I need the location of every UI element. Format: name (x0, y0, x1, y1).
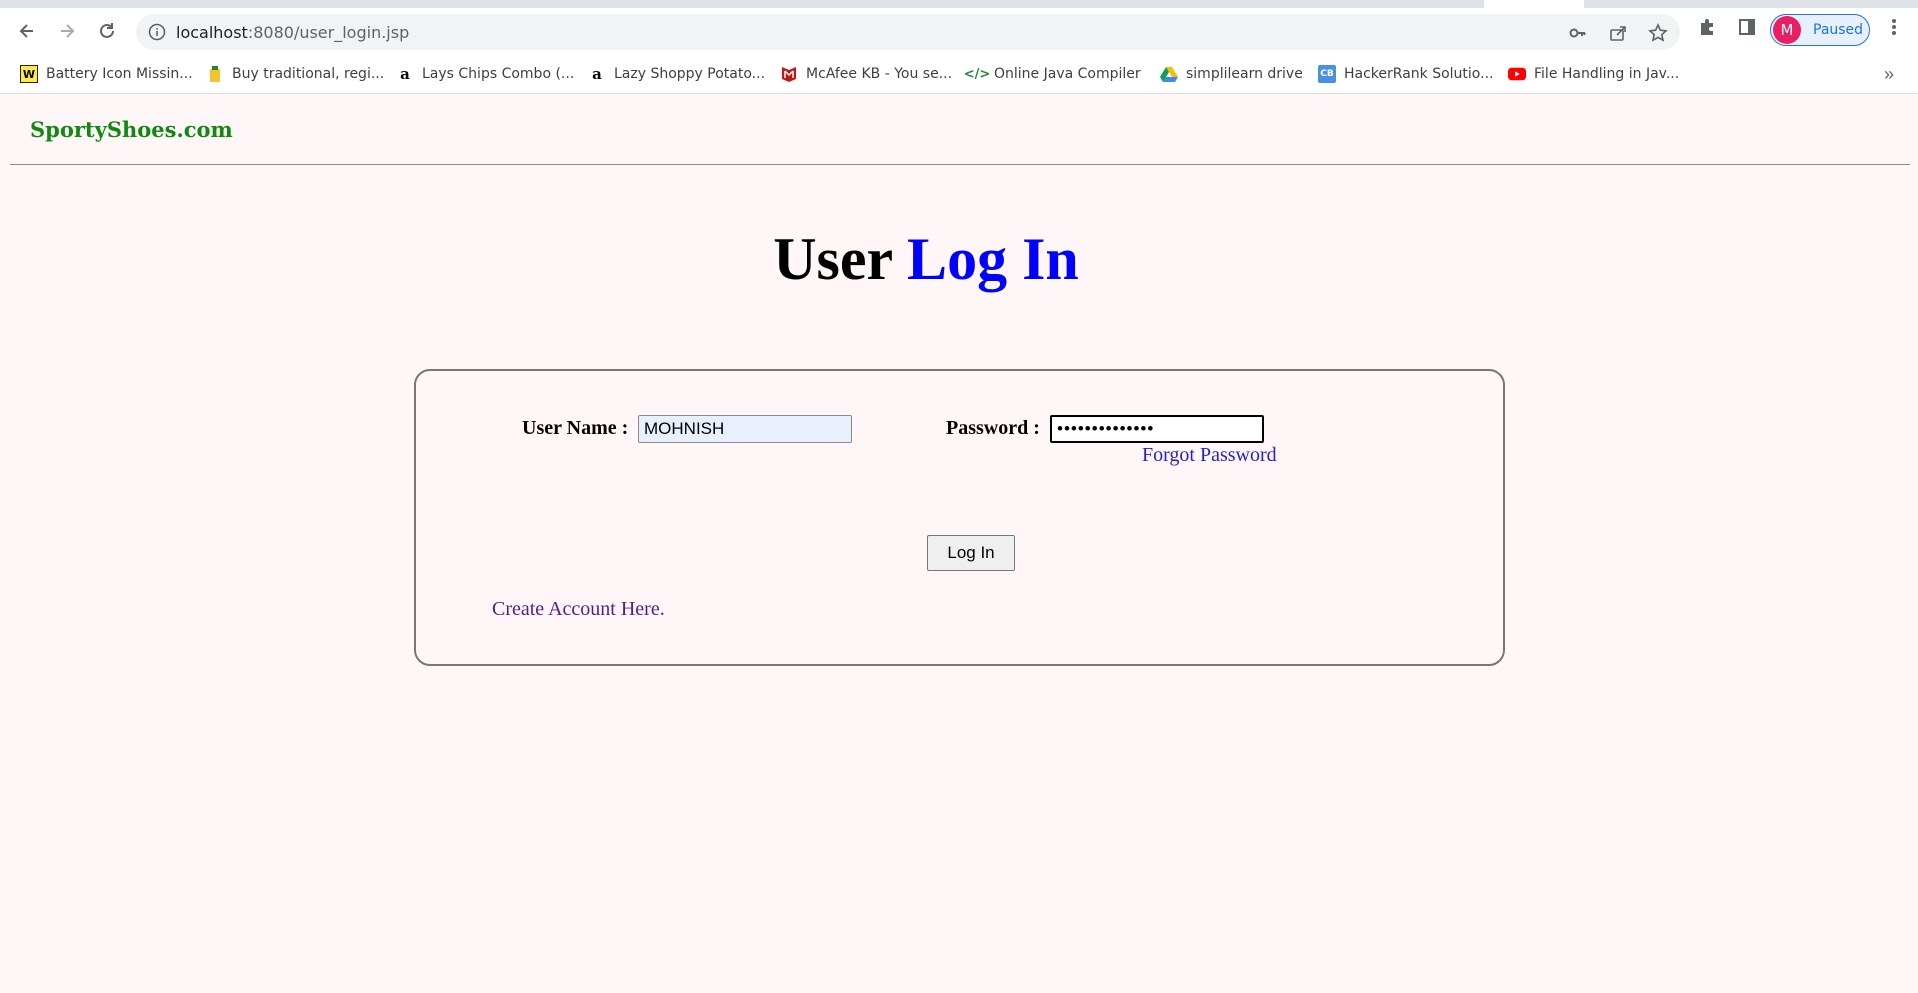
amazon-icon: a (400, 65, 410, 83)
cb-icon: CB (1318, 65, 1336, 83)
code-icon: </> (963, 66, 991, 82)
forgot-password-link[interactable]: Forgot Password (1142, 444, 1277, 467)
password-label: Password : (946, 417, 1040, 439)
page-title: User Log In (0, 225, 1852, 294)
back-button[interactable] (12, 16, 42, 46)
url-host: localhost (176, 23, 248, 42)
create-account-link[interactable]: Create Account Here. (492, 598, 665, 621)
mcafee-icon (780, 65, 798, 83)
w-icon: W (20, 65, 38, 83)
login-button[interactable]: Log In (927, 535, 1015, 571)
password-input[interactable]: •••••••••••••• (1050, 415, 1264, 443)
title-part-user: User (773, 226, 908, 292)
bookmark-item[interactable]: a Lazy Shoppy Potato... (588, 62, 765, 86)
avatar: M (1773, 16, 1801, 44)
bookmark-label: HackerRank Solutio... (1344, 66, 1494, 82)
bookmarks-more-button[interactable]: » (1884, 64, 1894, 85)
forward-button[interactable] (52, 16, 82, 46)
bookmark-item[interactable]: File Handling in Jav... (1508, 62, 1679, 86)
reload-button[interactable] (92, 16, 122, 46)
bookmark-item[interactable]: CB HackerRank Solutio... (1318, 62, 1493, 86)
tab-strip (0, 0, 1918, 8)
youtube-icon (1508, 65, 1526, 83)
url-text: localhost:8080/user_login.jsp (176, 23, 409, 42)
share-icon[interactable] (1608, 23, 1628, 43)
bookmark-label: Lazy Shoppy Potato... (614, 66, 766, 82)
address-bar[interactable]: localhost:8080/user_login.jsp (136, 14, 1680, 50)
key-icon[interactable] (1568, 23, 1588, 43)
amazon-icon: a (592, 65, 602, 83)
reload-icon (100, 23, 114, 38)
back-arrow-icon (19, 24, 33, 38)
url-path: :8080/user_login.jsp (247, 23, 410, 42)
forward-arrow-icon (61, 24, 75, 38)
bookmark-item[interactable]: a Lays Chips Combo (... (396, 62, 574, 86)
username-label: User Name : (522, 417, 629, 439)
shop-icon (206, 65, 224, 83)
star-icon[interactable] (1648, 23, 1668, 43)
site-brand: SportyShoes.com (30, 117, 233, 142)
drive-icon (1160, 65, 1178, 83)
more-menu-icon[interactable] (1884, 16, 1904, 38)
bookmark-label: simplilearn drive (1186, 66, 1303, 82)
info-icon[interactable] (148, 23, 166, 41)
username-input[interactable]: MOHNISH (638, 415, 852, 443)
bookmark-label: Battery Icon Missin... (46, 66, 193, 82)
bookmark-item[interactable]: W Battery Icon Missin... (20, 62, 193, 86)
profile-status: Paused (1813, 22, 1864, 38)
bookmark-item[interactable]: Buy traditional, regi... (206, 62, 384, 86)
title-part-login: Log In (907, 226, 1079, 292)
bookmark-label: Online Java Compiler (994, 66, 1141, 82)
bookmark-label: File Handling in Jav... (1534, 66, 1680, 82)
bookmark-item[interactable]: simplilearn drive (1160, 62, 1303, 86)
header-divider (10, 164, 1910, 165)
bookmark-label: Lays Chips Combo (... (422, 66, 575, 82)
active-tab[interactable] (1484, 0, 1584, 8)
profile-button[interactable]: M Paused (1770, 14, 1870, 46)
bookmark-label: Buy traditional, regi... (232, 66, 385, 82)
browser-toolbar: localhost:8080/user_login.jsp M Paused (0, 8, 1918, 54)
bookmark-item[interactable]: McAfee KB - You se... (780, 62, 952, 86)
bookmarks-bar: W Battery Icon Missin... Buy traditional… (0, 54, 1918, 94)
bookmark-label: McAfee KB - You se... (806, 66, 953, 82)
side-panel-icon[interactable] (1736, 16, 1758, 38)
login-form: User Name : MOHNISH Password : •••••••••… (414, 369, 1505, 666)
extensions-icon[interactable] (1696, 16, 1718, 38)
bookmark-item[interactable]: </> Online Java Compiler (963, 62, 1141, 86)
